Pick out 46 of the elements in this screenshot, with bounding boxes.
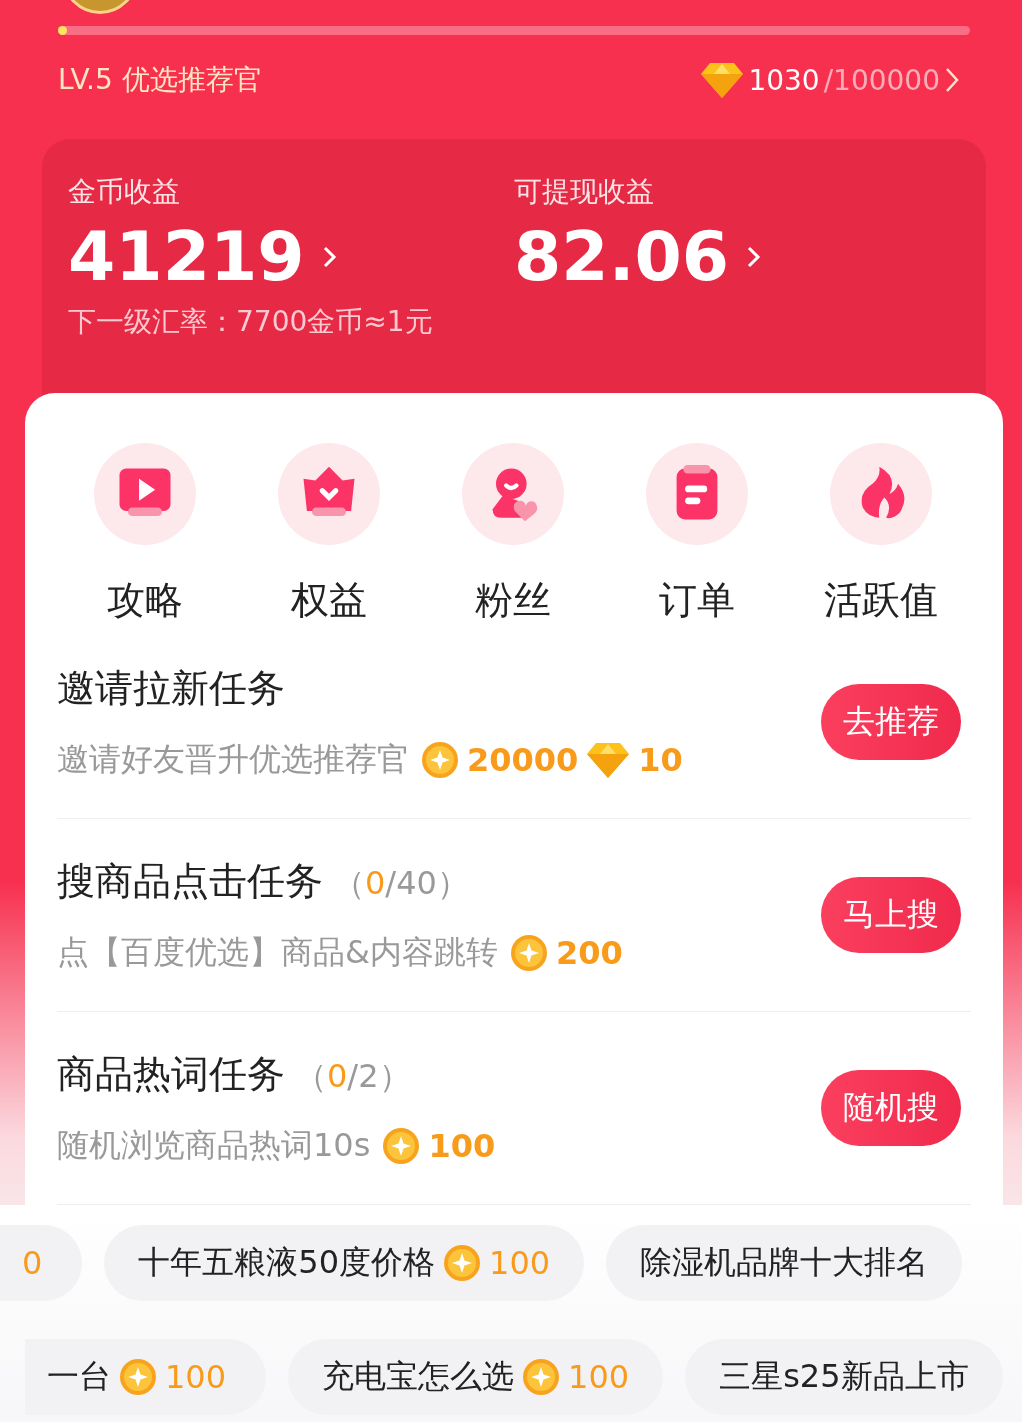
task-title: 邀请拉新任务	[57, 664, 285, 712]
fans-icon[interactable]	[462, 443, 564, 545]
chevron-icon	[944, 66, 960, 94]
task-button[interactable]: 马上搜	[821, 877, 961, 953]
diamond-icon	[586, 740, 631, 779]
task-title: 搜商品点击任务	[57, 857, 323, 905]
earnings-value[interactable]: 82.06	[514, 223, 730, 291]
chevron-icon	[747, 244, 762, 270]
coin-icon	[509, 933, 548, 972]
task-description: 随机浏览商品热词10s	[57, 1124, 371, 1166]
earnings-label: 金币收益	[68, 174, 181, 210]
reward-amount: 100	[428, 1126, 496, 1165]
shortcut-label[interactable]: 订单	[659, 575, 735, 626]
coin-icon	[443, 1244, 482, 1282]
reward-amount: 200	[555, 933, 623, 972]
earnings-value[interactable]: 41219	[68, 223, 305, 291]
diamond-icon	[700, 61, 745, 99]
rate-note: 下一级汇率：7700金币≈1元	[68, 304, 434, 340]
fire-icon[interactable]	[830, 443, 932, 545]
points-link[interactable]: 1030/100000	[700, 61, 960, 99]
coin-icon	[522, 1358, 561, 1396]
coin-icon	[382, 1126, 421, 1165]
keyword-chip[interactable]: 一台 100	[25, 1339, 267, 1415]
task-description: 邀请好友晋升优选推荐官	[57, 738, 409, 780]
earnings-label: 可提现收益	[514, 174, 655, 210]
coin-icon	[119, 1358, 157, 1396]
reward-amount: 10	[638, 740, 683, 779]
task-button[interactable]: 随机搜	[821, 1070, 961, 1146]
shortcut-label[interactable]: 权益	[291, 575, 367, 626]
order-icon[interactable]	[646, 443, 748, 545]
keyword-chip[interactable]: 三星s25新品上市	[685, 1339, 1003, 1415]
task-title: 商品热词任务	[57, 1050, 285, 1098]
level-label: LV.5 优选推荐官	[58, 62, 262, 98]
keyword-chip[interactable]: 十年五粮液50度价格 100	[104, 1225, 585, 1301]
task-description: 点【百度优选】商品&内容跳转	[57, 931, 498, 973]
crown-icon[interactable]	[278, 443, 380, 545]
task-button[interactable]: 去推荐	[821, 684, 961, 760]
shortcut-label[interactable]: 粉丝	[475, 575, 551, 626]
shortcut-label[interactable]: 攻略	[107, 575, 183, 626]
video-icon[interactable]	[94, 443, 196, 545]
coin-icon	[421, 740, 459, 779]
chevron-icon	[322, 244, 337, 270]
keyword-chip[interactable]: 充电宝怎么选 100	[288, 1339, 664, 1415]
shortcut-label[interactable]: 活跃值	[824, 575, 938, 626]
reward-amount: 20000	[467, 740, 579, 779]
keyword-chip[interactable]: 除湿机品牌十大排名	[606, 1225, 963, 1301]
